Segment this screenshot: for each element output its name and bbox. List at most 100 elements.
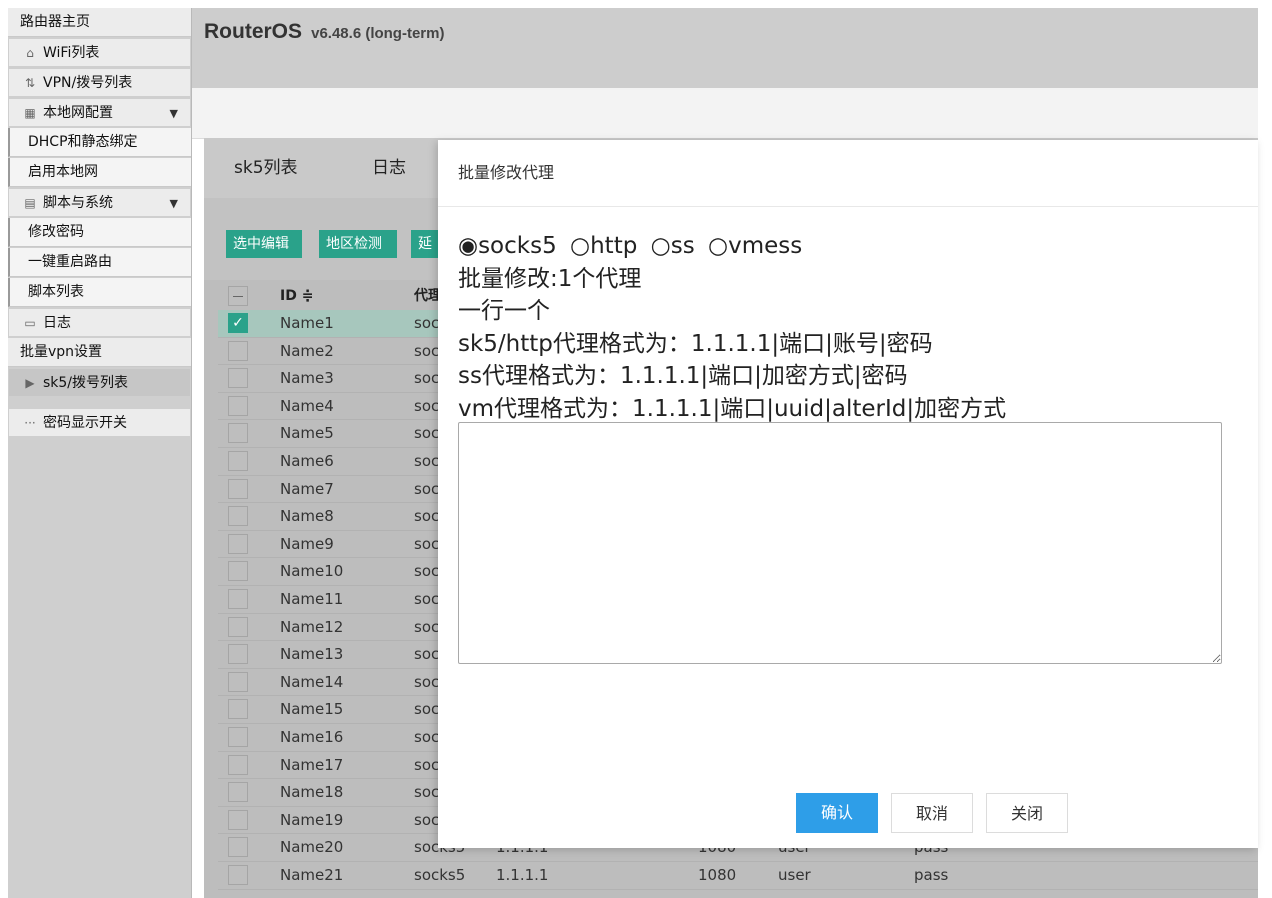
row-checkbox[interactable] bbox=[228, 561, 248, 582]
row-checkbox[interactable]: ✓ bbox=[228, 313, 248, 333]
wifi-icon: ⌂ bbox=[26, 46, 34, 60]
script-icon: ▤ bbox=[24, 196, 36, 210]
header-strip bbox=[192, 88, 1258, 139]
row-checkbox[interactable] bbox=[228, 754, 248, 775]
cell-name: Name10 bbox=[280, 562, 344, 581]
row-checkbox[interactable] bbox=[228, 533, 248, 554]
minus-icon bbox=[233, 296, 243, 297]
row-checkbox[interactable] bbox=[228, 782, 248, 803]
sidebar-item-5[interactable]: 启用本地网 bbox=[8, 158, 191, 187]
sidebar: 路由器主页 ⌂ WiFi列表 ⇅ VPN/拨号列表 ▦ 本地网配置 ▼ DHCP和静态绑定 启用本… bbox=[8, 8, 192, 898]
cell-name: Name6 bbox=[280, 452, 334, 470]
tab-sk5-list[interactable]: sk5列表 bbox=[234, 138, 298, 198]
cell-name: Name4 bbox=[280, 396, 334, 415]
cell-user: user bbox=[778, 866, 811, 884]
radio-empty-icon: ○ bbox=[570, 233, 591, 259]
sidebar-item-label: 本地网配置 bbox=[43, 105, 113, 121]
close-button[interactable]: 关闭 bbox=[986, 793, 1068, 833]
sidebar-item-label: 批量vpn设置 bbox=[20, 344, 103, 360]
batch-count-text: 批量修改:1个代理 bbox=[458, 265, 642, 292]
cell-name: Name20 bbox=[280, 838, 344, 857]
sidebar-item-7[interactable]: 修改密码 bbox=[8, 218, 191, 247]
sidebar-item-label: 密码显示开关 bbox=[43, 415, 127, 431]
cell-name: Name19 bbox=[280, 810, 344, 829]
edit-selected-button[interactable]: 选中编辑 bbox=[226, 230, 302, 258]
cell-name: Name11 bbox=[280, 590, 344, 608]
radio-http[interactable]: ○http bbox=[570, 233, 637, 259]
row-checkbox[interactable] bbox=[228, 865, 248, 885]
select-all-checkbox[interactable] bbox=[228, 286, 248, 306]
network-icon: ▦ bbox=[24, 106, 36, 120]
row-checkbox[interactable] bbox=[228, 727, 248, 747]
sidebar-item-0[interactable]: 路由器主页 bbox=[8, 8, 191, 37]
row-checkbox[interactable] bbox=[228, 423, 248, 444]
radio-ss[interactable]: ○ss bbox=[651, 233, 695, 259]
radio-label: vmess bbox=[728, 233, 803, 259]
row-checkbox[interactable] bbox=[228, 671, 248, 692]
row-checkbox[interactable] bbox=[228, 837, 248, 858]
cancel-button[interactable]: 取消 bbox=[891, 793, 973, 833]
tab-log[interactable]: 日志 bbox=[372, 138, 406, 198]
sidebar-item-10[interactable]: ▭ 日志 bbox=[8, 308, 191, 337]
sidebar-item-label: 一键重启路由 bbox=[28, 254, 112, 270]
row-checkbox[interactable] bbox=[228, 699, 248, 720]
radio-empty-icon: ○ bbox=[650, 233, 671, 259]
cell-port: 1080 bbox=[698, 866, 737, 884]
sidebar-item-9[interactable]: 脚本列表 bbox=[8, 278, 191, 307]
vm-format-text: vm代理格式为：1.1.1.1|端口|uuid|alterId|加密方式 bbox=[458, 395, 1007, 422]
row-checkbox[interactable] bbox=[228, 368, 248, 389]
sidebar-item-label: 脚本列表 bbox=[28, 284, 84, 300]
log-icon: ▭ bbox=[24, 316, 36, 330]
one-per-line-text: 一行一个 bbox=[458, 298, 550, 324]
sidebar-item-12[interactable]: ▶ sk5/拨号列表 bbox=[8, 368, 191, 397]
confirm-button[interactable]: 确认 bbox=[796, 793, 878, 833]
row-checkbox[interactable] bbox=[228, 506, 248, 527]
row-checkbox[interactable] bbox=[228, 451, 248, 471]
sidebar-item-label: DHCP和静态绑定 bbox=[28, 134, 138, 150]
radio-label: socks5 bbox=[478, 233, 557, 259]
sidebar-item-label: 启用本地网 bbox=[28, 164, 98, 180]
table-row[interactable]: Name21 socks5 1.1.1.1 1080 user pass bbox=[218, 862, 1258, 890]
sidebar-item-11[interactable]: 批量vpn设置 bbox=[8, 338, 191, 367]
id-column-header[interactable]: ID ≑ bbox=[280, 283, 313, 309]
top-header: RouterOS v6.48.6 (long-term) bbox=[192, 8, 1258, 88]
chevron-down-icon: ▼ bbox=[169, 107, 178, 120]
sidebar-item-2[interactable]: ⇅ VPN/拨号列表 bbox=[8, 68, 191, 97]
cell-name: Name7 bbox=[280, 479, 334, 498]
sidebar-item-label: 路由器主页 bbox=[20, 14, 90, 30]
row-checkbox[interactable] bbox=[228, 478, 248, 499]
batch-edit-dialog: 批量修改代理 ◉socks5 ○http ○ss ○vmess 批量修改:1个代… bbox=[438, 140, 1258, 848]
cell-name: Name5 bbox=[280, 424, 334, 443]
sidebar-item-4[interactable]: DHCP和静态绑定 bbox=[8, 128, 191, 157]
radio-dot-icon: ◉ bbox=[458, 233, 479, 259]
sidebar-item-1[interactable]: ⌂ WiFi列表 bbox=[8, 38, 191, 67]
cell-name: Name15 bbox=[280, 700, 344, 719]
play-icon: ▶ bbox=[25, 376, 35, 390]
proxy-textarea[interactable] bbox=[458, 422, 1222, 664]
row-checkbox[interactable] bbox=[228, 809, 248, 830]
row-checkbox[interactable] bbox=[228, 589, 248, 609]
cell-name: Name3 bbox=[280, 369, 334, 388]
sidebar-item-13[interactable]: ··· 密码显示开关 bbox=[8, 408, 191, 437]
sidebar-item-label: sk5/拨号列表 bbox=[43, 375, 129, 391]
radio-vmess[interactable]: ○vmess bbox=[708, 233, 802, 259]
sidebar-item-6[interactable]: ▤ 脚本与系统 ▼ bbox=[8, 188, 191, 217]
row-checkbox[interactable] bbox=[228, 340, 248, 361]
sidebar-item-label: 修改密码 bbox=[28, 224, 84, 240]
region-check-button[interactable]: 地区检测 bbox=[319, 230, 397, 258]
cell-pass: pass bbox=[914, 866, 949, 884]
sidebar-item-label: WiFi列表 bbox=[43, 45, 100, 61]
row-checkbox[interactable] bbox=[228, 395, 248, 416]
brand: RouterOS v6.48.6 (long-term) bbox=[204, 20, 444, 44]
sk5-format-text: sk5/http代理格式为：1.1.1.1|端口|账号|密码 bbox=[458, 330, 933, 357]
version-label: v6.48.6 (long-term) bbox=[311, 25, 445, 42]
brand-name: RouterOS bbox=[204, 20, 303, 43]
cell-ip: 1.1.1.1 bbox=[496, 866, 549, 884]
latency-button[interactable]: 延 bbox=[411, 230, 441, 258]
radio-socks5[interactable]: ◉socks5 bbox=[458, 233, 557, 259]
sidebar-item-8[interactable]: 一键重启路由 bbox=[8, 248, 191, 277]
sidebar-item-3[interactable]: ▦ 本地网配置 ▼ bbox=[8, 98, 191, 127]
row-checkbox[interactable] bbox=[228, 644, 248, 665]
row-checkbox[interactable] bbox=[228, 616, 248, 637]
cell-name: Name2 bbox=[280, 341, 334, 360]
